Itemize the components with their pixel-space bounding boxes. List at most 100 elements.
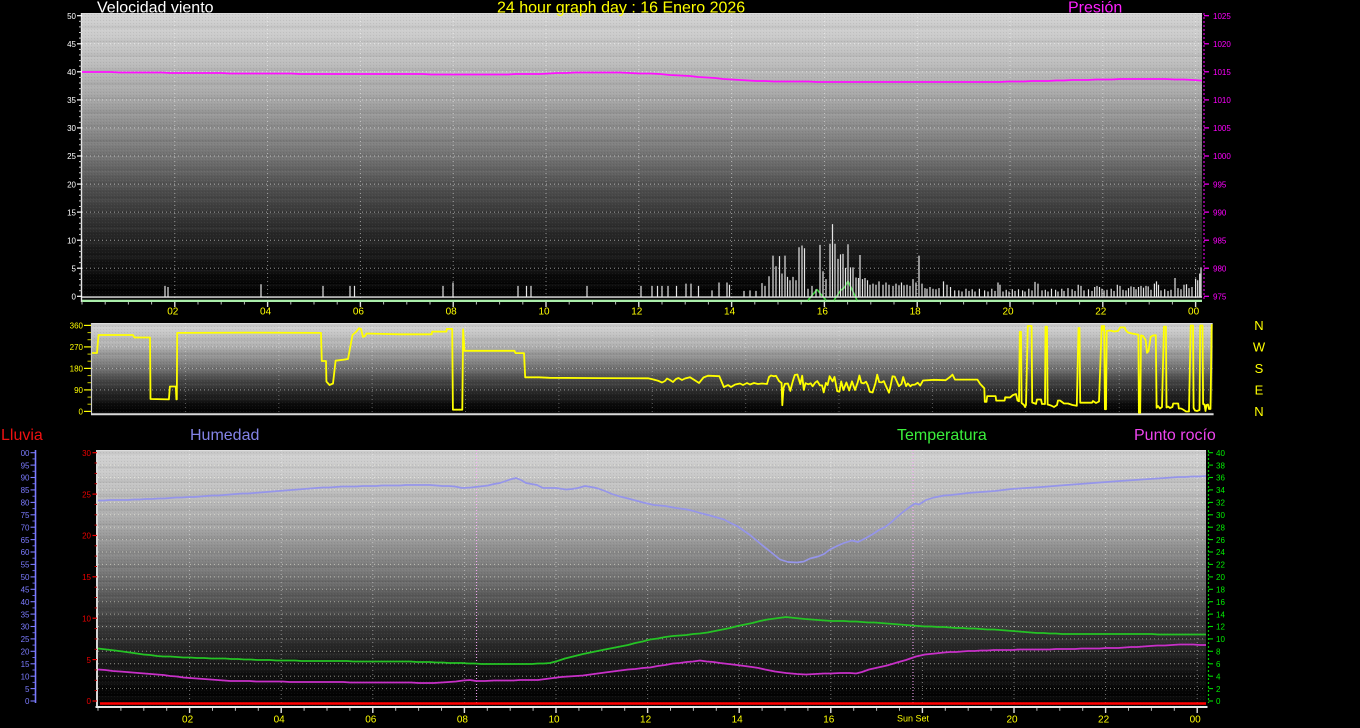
svg-text:30: 30 bbox=[67, 124, 76, 133]
svg-text:1000: 1000 bbox=[1213, 152, 1231, 161]
svg-text:25: 25 bbox=[67, 152, 76, 161]
svg-text:80: 80 bbox=[21, 499, 30, 508]
svg-text:12: 12 bbox=[1216, 623, 1225, 632]
svg-text:N: N bbox=[1254, 404, 1263, 419]
svg-text:30: 30 bbox=[21, 623, 30, 632]
svg-text:00: 00 bbox=[1188, 307, 1200, 318]
svg-text:0: 0 bbox=[87, 697, 92, 706]
svg-text:70: 70 bbox=[21, 523, 30, 532]
svg-text:22: 22 bbox=[1216, 561, 1225, 570]
svg-text:34: 34 bbox=[1216, 486, 1225, 495]
svg-text:50: 50 bbox=[21, 573, 30, 582]
svg-text:14: 14 bbox=[732, 715, 744, 726]
svg-text:W: W bbox=[1253, 339, 1266, 354]
svg-text:1010: 1010 bbox=[1213, 96, 1231, 105]
svg-text:975: 975 bbox=[1213, 293, 1227, 302]
svg-text:35: 35 bbox=[67, 96, 76, 105]
svg-text:90: 90 bbox=[21, 474, 30, 483]
svg-text:6: 6 bbox=[1216, 660, 1221, 669]
svg-text:4: 4 bbox=[1216, 672, 1221, 681]
svg-text:00: 00 bbox=[21, 449, 30, 458]
svg-text:10: 10 bbox=[21, 672, 30, 681]
svg-text:10: 10 bbox=[82, 614, 91, 623]
svg-text:38: 38 bbox=[1216, 461, 1225, 470]
svg-text:0: 0 bbox=[72, 293, 77, 302]
svg-text:85: 85 bbox=[21, 486, 30, 495]
svg-text:65: 65 bbox=[21, 536, 30, 545]
svg-text:24: 24 bbox=[1216, 548, 1225, 557]
svg-text:35: 35 bbox=[21, 610, 30, 619]
svg-text:S: S bbox=[1255, 361, 1264, 376]
svg-text:990: 990 bbox=[1213, 208, 1227, 217]
svg-text:16: 16 bbox=[823, 715, 835, 726]
svg-text:60: 60 bbox=[21, 548, 30, 557]
svg-text:06: 06 bbox=[353, 307, 365, 318]
svg-text:Sun Set: Sun Set bbox=[897, 714, 930, 724]
svg-text:08: 08 bbox=[457, 715, 469, 726]
svg-text:5: 5 bbox=[87, 656, 92, 665]
svg-text:15: 15 bbox=[67, 208, 76, 217]
svg-text:24 hour graph day : 16 Enero 2: 24 hour graph day : 16 Enero 2026 bbox=[497, 0, 745, 17]
svg-text:5: 5 bbox=[72, 264, 77, 273]
svg-text:15: 15 bbox=[82, 573, 91, 582]
svg-text:1020: 1020 bbox=[1213, 40, 1231, 49]
svg-text:04: 04 bbox=[260, 307, 272, 318]
svg-text:Temperatura: Temperatura bbox=[897, 427, 987, 444]
svg-text:30: 30 bbox=[82, 449, 91, 458]
svg-text:20: 20 bbox=[1006, 715, 1018, 726]
svg-text:10: 10 bbox=[1216, 635, 1225, 644]
svg-text:1025: 1025 bbox=[1213, 12, 1231, 21]
svg-text:12: 12 bbox=[631, 307, 643, 318]
svg-text:45: 45 bbox=[21, 586, 30, 595]
svg-text:2: 2 bbox=[1216, 685, 1221, 694]
svg-text:5: 5 bbox=[25, 685, 30, 694]
svg-text:980: 980 bbox=[1213, 264, 1227, 273]
svg-text:10: 10 bbox=[67, 236, 76, 245]
svg-text:50: 50 bbox=[67, 12, 76, 21]
svg-text:Punto rocío: Punto rocío bbox=[1134, 427, 1216, 444]
svg-text:00: 00 bbox=[1190, 715, 1202, 726]
svg-text:02: 02 bbox=[182, 715, 194, 726]
svg-text:E: E bbox=[1255, 382, 1264, 397]
svg-text:18: 18 bbox=[910, 307, 922, 318]
svg-text:22: 22 bbox=[1095, 307, 1107, 318]
svg-text:25: 25 bbox=[82, 490, 91, 499]
svg-text:28: 28 bbox=[1216, 523, 1225, 532]
svg-text:30: 30 bbox=[1216, 511, 1225, 520]
svg-text:Velocidad viento: Velocidad viento bbox=[97, 0, 214, 17]
svg-text:16: 16 bbox=[817, 307, 829, 318]
svg-text:75: 75 bbox=[21, 511, 30, 520]
svg-text:16: 16 bbox=[1216, 598, 1225, 607]
svg-text:10: 10 bbox=[548, 715, 560, 726]
svg-text:15: 15 bbox=[21, 660, 30, 669]
svg-text:Lluvia: Lluvia bbox=[1, 427, 43, 444]
svg-text:180: 180 bbox=[70, 365, 84, 374]
svg-text:02: 02 bbox=[167, 307, 179, 318]
svg-text:08: 08 bbox=[446, 307, 458, 318]
svg-text:40: 40 bbox=[1216, 449, 1225, 458]
svg-text:20: 20 bbox=[67, 180, 76, 189]
svg-text:20: 20 bbox=[1216, 573, 1225, 582]
svg-text:32: 32 bbox=[1216, 499, 1225, 508]
svg-text:995: 995 bbox=[1213, 180, 1227, 189]
svg-text:1005: 1005 bbox=[1213, 124, 1231, 133]
svg-text:1015: 1015 bbox=[1213, 68, 1231, 77]
svg-text:55: 55 bbox=[21, 561, 30, 570]
svg-text:0: 0 bbox=[1216, 697, 1221, 706]
svg-text:40: 40 bbox=[67, 68, 76, 77]
svg-text:26: 26 bbox=[1216, 536, 1225, 545]
svg-text:45: 45 bbox=[67, 40, 76, 49]
svg-text:20: 20 bbox=[82, 532, 91, 541]
svg-text:18: 18 bbox=[1216, 586, 1225, 595]
svg-text:360: 360 bbox=[70, 322, 84, 331]
svg-text:22: 22 bbox=[1098, 715, 1110, 726]
svg-text:270: 270 bbox=[70, 343, 84, 352]
svg-text:36: 36 bbox=[1216, 474, 1225, 483]
svg-text:Presión: Presión bbox=[1068, 0, 1122, 17]
svg-text:90: 90 bbox=[74, 386, 83, 395]
svg-text:N: N bbox=[1254, 318, 1263, 333]
svg-text:985: 985 bbox=[1213, 236, 1227, 245]
svg-text:95: 95 bbox=[21, 461, 30, 470]
svg-text:04: 04 bbox=[274, 715, 286, 726]
svg-text:25: 25 bbox=[21, 635, 30, 644]
